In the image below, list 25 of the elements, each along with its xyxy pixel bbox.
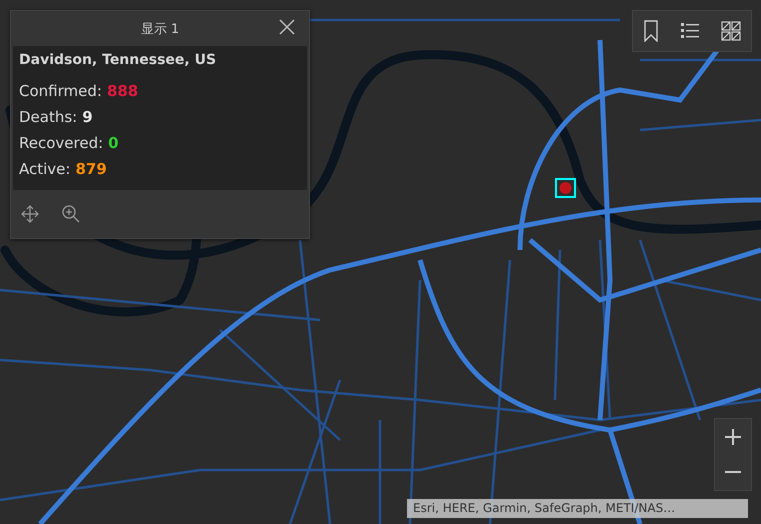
grid-icon [720, 21, 741, 41]
field-label: Confirmed: [19, 81, 102, 102]
plus-icon [724, 428, 742, 446]
zoom-to-button[interactable] [61, 204, 81, 224]
field-value: 879 [75, 159, 107, 180]
field-label: Recovered: [19, 133, 104, 154]
field-label: Deaths: [19, 107, 78, 128]
minus-icon [724, 470, 742, 474]
close-button[interactable] [279, 19, 295, 35]
field-value: 0 [108, 133, 119, 154]
basemap-gallery-button[interactable] [720, 21, 741, 41]
location-heading: Davidson, Tennessee, US [19, 52, 218, 68]
zoom-in-icon [61, 204, 81, 224]
layer-list-button[interactable] [680, 21, 700, 41]
close-icon [279, 19, 295, 35]
bookmark-icon [643, 20, 660, 42]
attribution-text: Esri, HERE, Garmin, SafeGraph, METI/NAS… [407, 499, 748, 518]
field-value: 888 [106, 81, 138, 102]
list-icon [680, 21, 700, 41]
move-button[interactable] [21, 205, 39, 223]
field-label: Active: [19, 159, 70, 180]
popup-title: 显示 1 [140, 20, 180, 38]
move-arrows-icon [21, 205, 39, 223]
bookmark-button[interactable] [643, 20, 660, 42]
field-value: 9 [82, 107, 93, 128]
